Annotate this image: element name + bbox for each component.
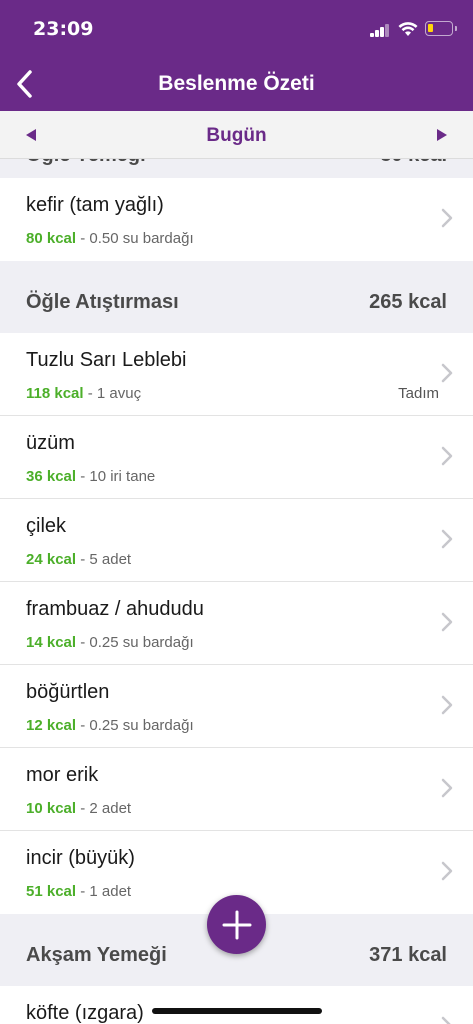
section-kcal: 80 kcal <box>380 159 447 167</box>
food-portion: - 0.25 su bardağı <box>76 717 194 734</box>
wifi-icon <box>398 21 418 37</box>
current-date-label[interactable]: Bugün <box>0 125 473 147</box>
section-title: Akşam Yemeği <box>26 944 167 966</box>
section-header-ogle-atistirmasi: Öğle Atıştırması 265 kcal <box>0 261 473 333</box>
section-kcal: 371 kcal <box>369 944 447 966</box>
food-kcal: 24 kcal <box>26 551 77 568</box>
food-portion: - 0.25 su bardağı <box>76 634 194 651</box>
section-kcal: 265 kcal <box>369 291 447 313</box>
triangle-right-icon <box>437 129 447 141</box>
food-portion: - 1 adet <box>76 883 132 900</box>
food-portion: - 2 adet <box>76 800 132 817</box>
food-kcal: 36 kcal <box>26 468 77 485</box>
section-header-ogle-yemegi: Öğle Yemeği 80 kcal <box>0 159 473 178</box>
food-kcal: 10 kcal <box>26 800 77 817</box>
list-item[interactable]: mor erik 10 kcal - 2 adet <box>0 748 473 831</box>
section-title: Öğle Atıştırması <box>26 291 179 313</box>
list-item[interactable]: böğürtlen 12 kcal - 0.25 su bardağı <box>0 665 473 748</box>
food-name: böğürtlen <box>26 681 110 703</box>
chevron-right-icon <box>441 778 453 798</box>
status-time: 23:09 <box>33 18 94 40</box>
battery-icon <box>425 21 457 36</box>
food-kcal: 118 kcal <box>26 385 84 402</box>
chevron-right-icon <box>441 1016 451 1024</box>
food-portion: - 5 adet <box>76 551 132 568</box>
next-day-button[interactable] <box>427 121 457 149</box>
food-portion: - 0.50 su bardağı <box>76 230 194 247</box>
cellular-signal-icon <box>370 24 390 37</box>
page-title: Beslenme Özeti <box>158 72 315 95</box>
food-detail: 12 kcal - 0.25 su bardağı <box>26 717 194 734</box>
food-detail: 14 kcal - 0.25 su bardağı <box>26 634 194 651</box>
food-portion: - 1 avuç <box>83 385 142 402</box>
list-item[interactable]: çilek 24 kcal - 5 adet <box>0 499 473 582</box>
food-name: incir (büyük) <box>26 847 135 869</box>
plus-icon <box>222 910 251 939</box>
food-kcal: 51 kcal <box>26 883 77 900</box>
food-portion: - 10 iri tane <box>76 468 156 485</box>
list-item[interactable]: köfte (ızgara) <box>0 986 473 1024</box>
food-kcal: 12 kcal <box>26 717 77 734</box>
chevron-right-icon <box>441 529 453 549</box>
food-detail: 10 kcal - 2 adet <box>26 800 131 817</box>
food-name: Tuzlu Sarı Leblebi <box>26 349 187 371</box>
food-tag: Tadım <box>398 385 439 402</box>
chevron-right-icon <box>441 446 453 466</box>
chevron-right-icon <box>441 861 453 881</box>
date-selector: Bugün <box>0 111 473 159</box>
food-detail: 51 kcal - 1 adet <box>26 883 131 900</box>
food-name: frambuaz / ahududu <box>26 598 204 620</box>
food-detail: 24 kcal - 5 adet <box>26 551 131 568</box>
food-name: mor erik <box>26 764 99 786</box>
food-name: köfte (ızgara) <box>26 1002 144 1024</box>
chevron-right-icon <box>441 208 453 228</box>
status-bar: 23:09 <box>0 0 473 58</box>
food-kcal: 80 kcal <box>26 230 77 247</box>
food-detail: 80 kcal - 0.50 su bardağı <box>26 230 194 247</box>
top-bar: 23:09 Beslenme Özeti <box>0 0 473 111</box>
food-detail: 36 kcal - 10 iri tane <box>26 468 155 485</box>
chevron-right-icon <box>441 695 453 715</box>
list-item[interactable]: üzüm 36 kcal - 10 iri tane <box>0 416 473 499</box>
chevron-right-icon <box>441 363 453 383</box>
home-indicator[interactable] <box>152 1008 322 1014</box>
food-name: kefir (tam yağlı) <box>26 194 164 216</box>
food-kcal: 14 kcal <box>26 634 77 651</box>
food-detail: 118 kcal - 1 avuç <box>26 385 141 402</box>
list-item[interactable]: kefir (tam yağlı) 80 kcal - 0.50 su bard… <box>0 178 473 261</box>
navigation-bar: Beslenme Özeti <box>0 58 473 111</box>
chevron-right-icon <box>441 612 453 632</box>
list-item[interactable]: frambuaz / ahududu 14 kcal - 0.25 su bar… <box>0 582 473 665</box>
add-food-button[interactable] <box>207 895 266 954</box>
section-title: Öğle Yemeği <box>26 159 146 167</box>
food-name: çilek <box>26 515 67 537</box>
list-item[interactable]: Tuzlu Sarı Leblebi 118 kcal - 1 avuç Tad… <box>0 333 473 416</box>
food-name: üzüm <box>26 432 75 454</box>
